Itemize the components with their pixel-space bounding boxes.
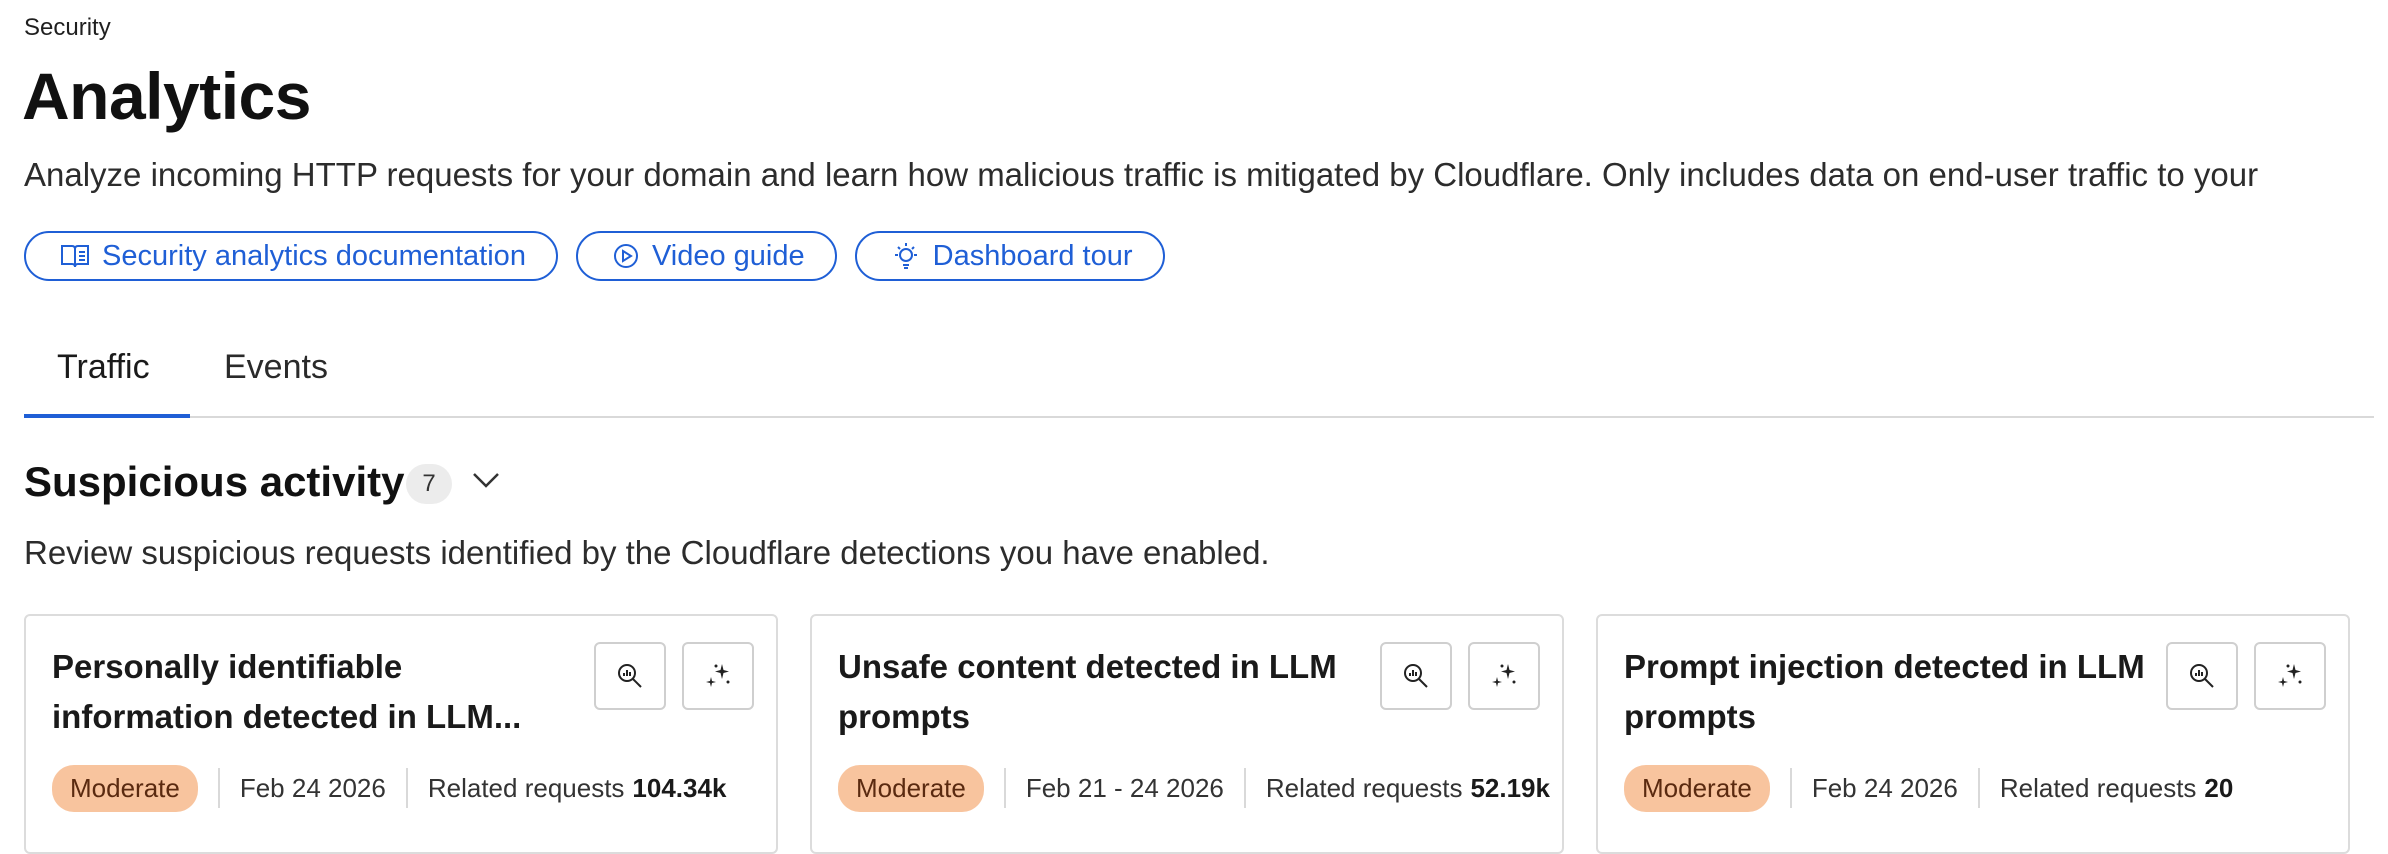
- section-description: Review suspicious requests identified by…: [24, 534, 1270, 571]
- sparkle-icon: [2278, 664, 2302, 687]
- tab-bar: Traffic Events: [24, 330, 2374, 418]
- help-links: Security analytics documentation Video g…: [24, 231, 1165, 281]
- section-title: Suspicious activity: [24, 458, 405, 505]
- card-date: Feb 21 - 24 2026: [1025, 772, 1224, 803]
- divider: [405, 768, 408, 808]
- severity-badge: Moderate: [1624, 764, 1770, 812]
- card-meta: Moderate Feb 24 2026 Related requests 20: [1624, 764, 2234, 812]
- related-requests-label: Related requests: [1265, 772, 1463, 803]
- divider: [1003, 768, 1006, 808]
- divider: [1789, 768, 1792, 808]
- suspicious-activity-card[interactable]: Prompt injection detected in LLM prompts…: [1596, 614, 2350, 854]
- breadcrumb: Security: [24, 14, 111, 41]
- magnifier-chart-icon: [2190, 664, 2214, 688]
- divider: [1977, 768, 1980, 808]
- lightbulb-icon: [894, 243, 917, 269]
- magnifier-chart-icon: [618, 664, 642, 688]
- magnifier-chart-icon: [1404, 664, 1428, 688]
- active-tab-indicator: [24, 414, 190, 418]
- play-circle-icon: [613, 244, 638, 268]
- suspicious-activity-card[interactable]: Unsafe content detected in LLM prompts M…: [810, 614, 1564, 854]
- security-analytics-documentation-link[interactable]: Security analytics documentation: [24, 231, 558, 281]
- related-requests-label: Related requests: [1999, 772, 2197, 803]
- related-requests-label: Related requests: [427, 772, 625, 803]
- investigate-button[interactable]: [2166, 642, 2238, 710]
- divider: [217, 768, 220, 808]
- count-badge: 7: [406, 464, 452, 504]
- card-title: Unsafe content detected in LLM prompts: [838, 648, 1337, 735]
- investigate-button[interactable]: [594, 642, 666, 710]
- tab-traffic[interactable]: Traffic: [57, 348, 150, 387]
- related-requests-value: 52.19k: [1470, 772, 1550, 803]
- page-description: Analyze incoming HTTP requests for your …: [24, 156, 2259, 193]
- sparkle-icon: [1492, 664, 1516, 687]
- card-title: Personally identifiable information dete…: [52, 648, 522, 735]
- book-icon: [61, 245, 89, 268]
- page-title: Analytics: [22, 59, 311, 133]
- suspicious-activity-card[interactable]: Personally identifiable information dete…: [24, 614, 778, 854]
- card-date: Feb 24 2026: [239, 772, 386, 803]
- chevron-down-icon[interactable]: [470, 468, 502, 492]
- sparkle-icon: [706, 664, 730, 687]
- card-date: Feb 24 2026: [1811, 772, 1958, 803]
- dashboard-tour-link[interactable]: Dashboard tour: [854, 231, 1165, 281]
- ai-assist-button[interactable]: [1468, 642, 1540, 710]
- card-title: Prompt injection detected in LLM prompts: [1624, 648, 2145, 735]
- card-meta: Moderate Feb 24 2026 Related requests 10…: [52, 764, 727, 812]
- ai-assist-button[interactable]: [682, 642, 754, 710]
- card-meta: Moderate Feb 21 - 24 2026 Related reques…: [838, 764, 1550, 812]
- link-label: Dashboard tour: [932, 239, 1133, 272]
- related-requests-value: 104.34k: [632, 772, 727, 803]
- severity-badge: Moderate: [52, 764, 198, 812]
- link-label: Security analytics documentation: [102, 239, 526, 272]
- link-label: Video guide: [651, 239, 805, 272]
- video-guide-link[interactable]: Video guide: [575, 231, 837, 281]
- ai-assist-button[interactable]: [2254, 642, 2326, 710]
- divider: [1243, 768, 1246, 808]
- severity-badge: Moderate: [838, 764, 984, 812]
- related-requests-value: 20: [2204, 772, 2234, 803]
- investigate-button[interactable]: [1380, 642, 1452, 710]
- tab-events[interactable]: Events: [224, 348, 328, 387]
